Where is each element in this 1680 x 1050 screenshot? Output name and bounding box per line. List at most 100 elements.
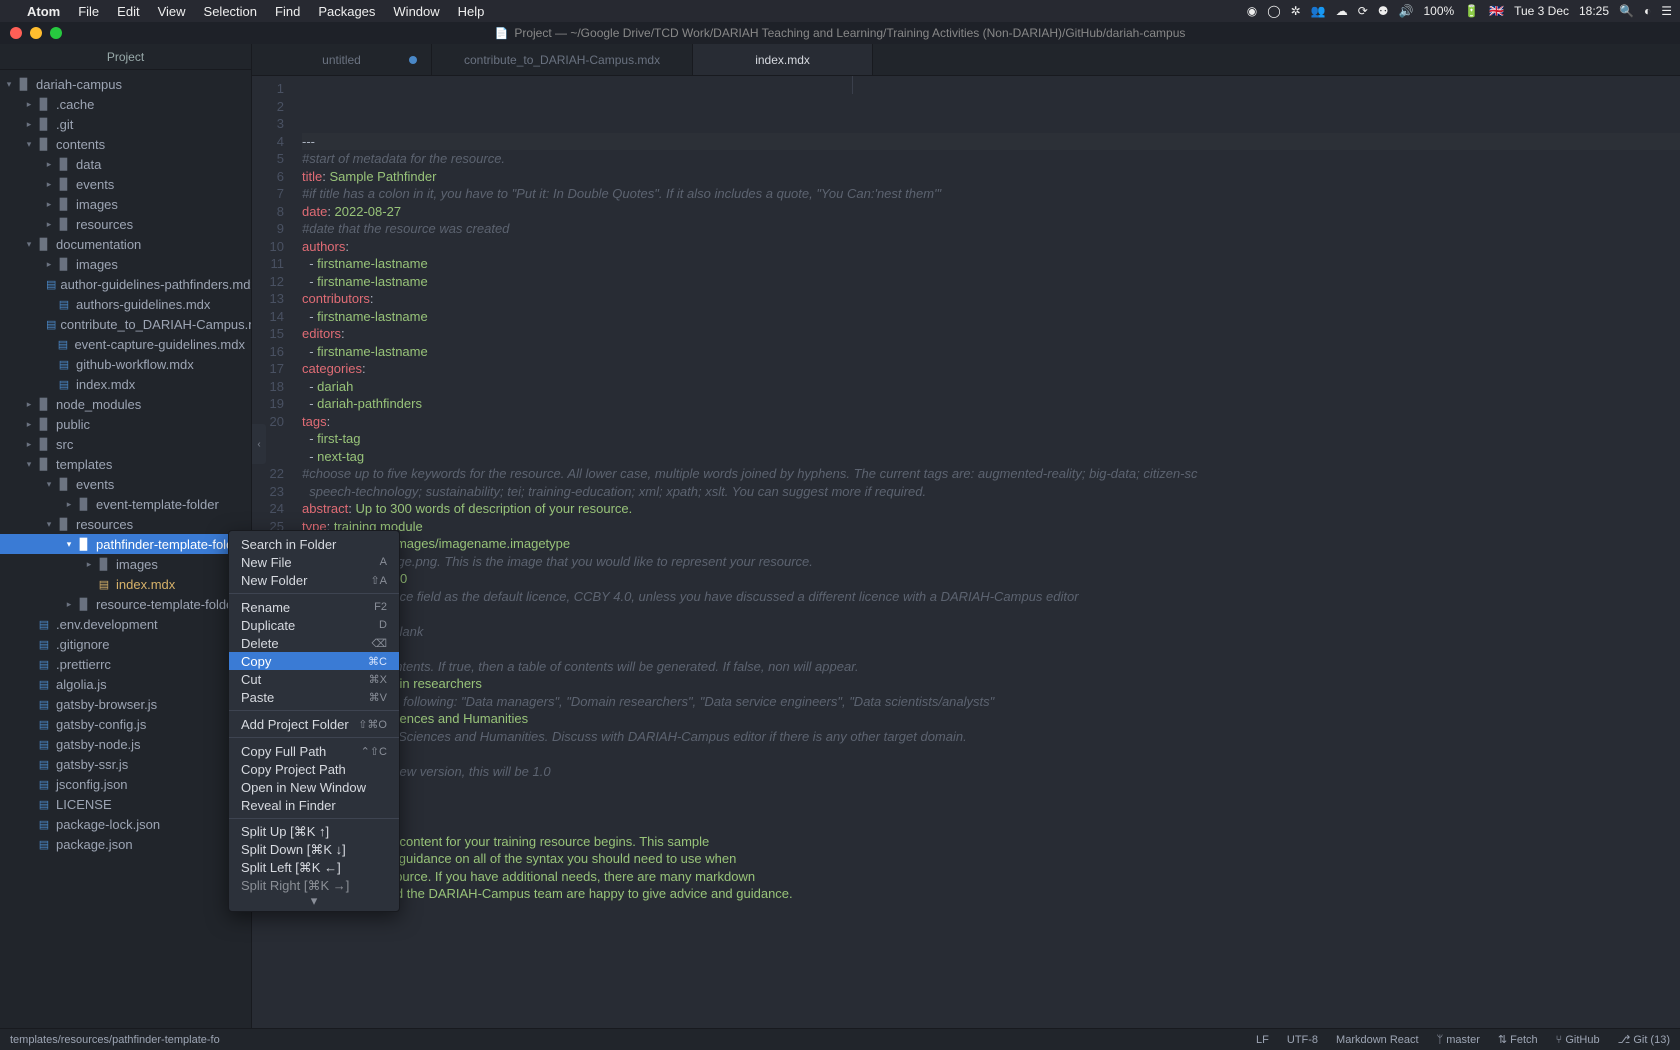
menu-copy[interactable]: Copy⌘C — [229, 652, 399, 670]
status-lineending[interactable]: LF — [1256, 1034, 1269, 1046]
status-fetch[interactable]: ⇅ Fetch — [1498, 1033, 1538, 1046]
tree-label: package-lock.json — [56, 817, 160, 832]
date-label: Tue 3 Dec — [1514, 4, 1569, 18]
menu-split-right-k-[interactable]: Split Right [⌘K →] — [229, 877, 399, 895]
menu-scroll-down-icon[interactable]: ▾ — [229, 895, 399, 907]
file-tree[interactable]: ▾▉dariah-campus▸▉.cache▸▉.git▾▉contents▸… — [0, 70, 251, 1028]
loading-icon[interactable]: ⟳ — [1358, 4, 1368, 18]
menu-file[interactable]: File — [69, 2, 108, 21]
file-github-workflow-mdx[interactable]: ▤github-workflow.mdx — [0, 354, 251, 374]
menu-new-folder[interactable]: New Folder⇧A — [229, 571, 399, 589]
status-language[interactable]: Markdown React — [1336, 1034, 1419, 1046]
menu-edit[interactable]: Edit — [108, 2, 148, 21]
folder-templates[interactable]: ▾▉templates — [0, 454, 251, 474]
siri-icon[interactable]: ◐ — [1644, 4, 1651, 18]
status-git[interactable]: ⎇ Git (13) — [1618, 1033, 1670, 1046]
menu-paste[interactable]: Paste⌘V — [229, 688, 399, 706]
folder-images[interactable]: ▸▉images — [0, 254, 251, 274]
menu-copy-project-path[interactable]: Copy Project Path — [229, 760, 399, 778]
notifications-icon[interactable]: ☰ — [1661, 4, 1672, 18]
menu-split-left-k-[interactable]: Split Left [⌘K ←] — [229, 859, 399, 877]
menu-window[interactable]: Window — [384, 2, 448, 21]
spotlight-icon[interactable]: 🔍 — [1619, 4, 1634, 18]
file-authors-guidelines-mdx[interactable]: ▤authors-guidelines.mdx — [0, 294, 251, 314]
menu-selection[interactable]: Selection — [195, 2, 266, 21]
file-author-guidelines-pathfinders-mdx[interactable]: ▤author-guidelines-pathfinders.mdx — [0, 274, 251, 294]
file-algolia-js[interactable]: ▤algolia.js — [0, 674, 251, 694]
collapse-sidebar-button[interactable]: ‹ — [252, 424, 266, 464]
file-package-json[interactable]: ▤package.json — [0, 834, 251, 854]
tree-label: src — [56, 437, 73, 452]
folder-public[interactable]: ▸▉public — [0, 414, 251, 434]
circle-icon[interactable]: ◯ — [1267, 4, 1280, 18]
minimize-window-button[interactable] — [30, 27, 42, 39]
menu-open-in-new-window[interactable]: Open in New Window — [229, 778, 399, 796]
file-jsconfig-json[interactable]: ▤jsconfig.json — [0, 774, 251, 794]
menu-help[interactable]: Help — [449, 2, 494, 21]
folder-images[interactable]: ▸▉images — [0, 194, 251, 214]
file-gatsby-ssr-js[interactable]: ▤gatsby-ssr.js — [0, 754, 251, 774]
menu-add-project-folder[interactable]: Add Project Folder⇧⌘O — [229, 715, 399, 733]
file-index-mdx[interactable]: ▤index.mdx — [0, 374, 251, 394]
fan-icon[interactable]: ✲ — [1291, 4, 1301, 18]
status-encoding[interactable]: UTF-8 — [1287, 1034, 1318, 1046]
editor[interactable]: 1234567891011121314151617181920 22232425… — [252, 76, 1680, 1028]
tab-untitled[interactable]: untitled — [252, 44, 432, 75]
file-event-capture-guidelines-mdx[interactable]: ▤event-capture-guidelines.mdx — [0, 334, 251, 354]
folder-resources[interactable]: ▾▉resources — [0, 514, 251, 534]
folder-event-template-folder[interactable]: ▸▉event-template-folder — [0, 494, 251, 514]
folder-dariah-campus[interactable]: ▾▉dariah-campus — [0, 74, 251, 94]
folder-pathfinder-template-folder[interactable]: ▾▉pathfinder-template-folder — [0, 534, 251, 554]
menu-reveal-in-finder[interactable]: Reveal in Finder — [229, 796, 399, 814]
tab-index-mdx[interactable]: index.mdx — [693, 44, 873, 75]
folder-contents[interactable]: ▾▉contents — [0, 134, 251, 154]
menu-find[interactable]: Find — [266, 2, 309, 21]
toggl-icon[interactable]: ◉ — [1247, 4, 1257, 18]
app-name[interactable]: Atom — [18, 2, 69, 21]
status-github[interactable]: ⑂ GitHub — [1556, 1034, 1600, 1046]
file-package-lock-json[interactable]: ▤package-lock.json — [0, 814, 251, 834]
folder-src[interactable]: ▸▉src — [0, 434, 251, 454]
volume-icon[interactable]: 🔊 — [1399, 4, 1414, 18]
file-gatsby-config-js[interactable]: ▤gatsby-config.js — [0, 714, 251, 734]
menu-rename[interactable]: RenameF2 — [229, 598, 399, 616]
menu-split-up-k-[interactable]: Split Up [⌘K ↑] — [229, 823, 399, 841]
menu-delete[interactable]: Delete⌫ — [229, 634, 399, 652]
file--gitignore[interactable]: ▤.gitignore — [0, 634, 251, 654]
status-branch[interactable]: ᛘ master — [1437, 1034, 1480, 1046]
menu-packages[interactable]: Packages — [309, 2, 384, 21]
file-license[interactable]: ▤LICENSE — [0, 794, 251, 814]
folder--git[interactable]: ▸▉.git — [0, 114, 251, 134]
folder-resources[interactable]: ▸▉resources — [0, 214, 251, 234]
folder-images[interactable]: ▸▉images — [0, 554, 251, 574]
file--env-development[interactable]: ▤.env.development — [0, 614, 251, 634]
wifi-icon[interactable]: ⚉ — [1378, 4, 1389, 18]
menu-duplicate[interactable]: DuplicateD — [229, 616, 399, 634]
folder-documentation[interactable]: ▾▉documentation — [0, 234, 251, 254]
menu-cut[interactable]: Cut⌘X — [229, 670, 399, 688]
folder-node-modules[interactable]: ▸▉node_modules — [0, 394, 251, 414]
file-gatsby-node-js[interactable]: ▤gatsby-node.js — [0, 734, 251, 754]
tab-contribute-to-dariah-campus-mdx[interactable]: contribute_to_DARIAH-Campus.mdx — [432, 44, 693, 75]
menu-new-file[interactable]: New FileA — [229, 553, 399, 571]
battery-icon[interactable]: 🔋 — [1464, 4, 1479, 18]
menu-search-in-folder[interactable]: Search in Folder — [229, 535, 399, 553]
menu-copy-full-path[interactable]: Copy Full Path⌃⇧C — [229, 742, 399, 760]
file-gatsby-browser-js[interactable]: ▤gatsby-browser.js — [0, 694, 251, 714]
file--prettierrc[interactable]: ▤.prettierrc — [0, 654, 251, 674]
folder--cache[interactable]: ▸▉.cache — [0, 94, 251, 114]
file-index-mdx[interactable]: ▤index.mdx — [0, 574, 251, 594]
fullscreen-window-button[interactable] — [50, 27, 62, 39]
folder-events[interactable]: ▸▉events — [0, 174, 251, 194]
cloud-icon[interactable]: ☁ — [1336, 4, 1348, 18]
file-contribute-to-dariah-campus-mdx[interactable]: ▤contribute_to_DARIAH-Campus.mdx — [0, 314, 251, 334]
folder-resource-template-folder[interactable]: ▸▉resource-template-folder — [0, 594, 251, 614]
menu-view[interactable]: View — [149, 2, 195, 21]
folder-data[interactable]: ▸▉data — [0, 154, 251, 174]
code-content[interactable]: ---#start of metadata for the resource.t… — [292, 76, 1680, 1028]
menu-split-down-k-[interactable]: Split Down [⌘K ↓] — [229, 841, 399, 859]
folder-events[interactable]: ▾▉events — [0, 474, 251, 494]
user-icon[interactable]: 👥 — [1311, 4, 1326, 18]
flag-icon[interactable]: 🇬🇧 — [1489, 4, 1504, 18]
close-window-button[interactable] — [10, 27, 22, 39]
